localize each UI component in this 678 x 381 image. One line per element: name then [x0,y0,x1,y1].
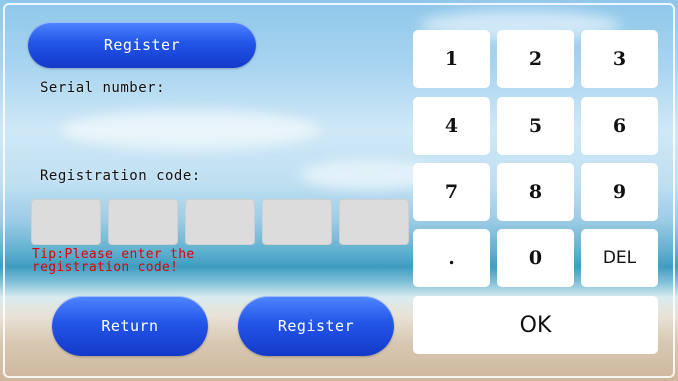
register-header-label: Register [103,36,181,54]
key-1[interactable]: 1 [413,30,490,88]
register-button-label: Register [277,317,355,335]
registration-code-label: Registration code: [40,168,201,184]
registration-code-box-1[interactable] [31,199,101,245]
key-8[interactable]: 8 [497,163,574,221]
registration-code-box-4[interactable] [262,199,332,245]
key-0[interactable]: 0 [497,229,574,287]
register-header-button[interactable]: Register [28,22,256,68]
registration-code-box-2[interactable] [108,199,178,245]
registration-screen: Register Serial number: Registration cod… [0,0,678,381]
serial-number-label: Serial number: [40,80,166,96]
key-decimal-point[interactable]: . [413,229,490,287]
registration-code-box-5[interactable] [339,199,409,245]
register-button[interactable]: Register [238,296,394,356]
key-3[interactable]: 3 [581,30,658,88]
key-7[interactable]: 7 [413,163,490,221]
ok-button[interactable]: OK [413,296,658,354]
key-2[interactable]: 2 [497,30,574,88]
key-delete[interactable]: DEL [581,229,658,287]
return-button-label: Return [101,317,159,335]
key-9[interactable]: 9 [581,163,658,221]
key-4[interactable]: 4 [413,97,490,155]
return-button[interactable]: Return [52,296,208,356]
key-5[interactable]: 5 [497,97,574,155]
registration-code-box-3[interactable] [185,199,255,245]
key-6[interactable]: 6 [581,97,658,155]
background-cloud [60,110,320,150]
tip-message: Tip:Please enter the registration code! [32,247,195,275]
